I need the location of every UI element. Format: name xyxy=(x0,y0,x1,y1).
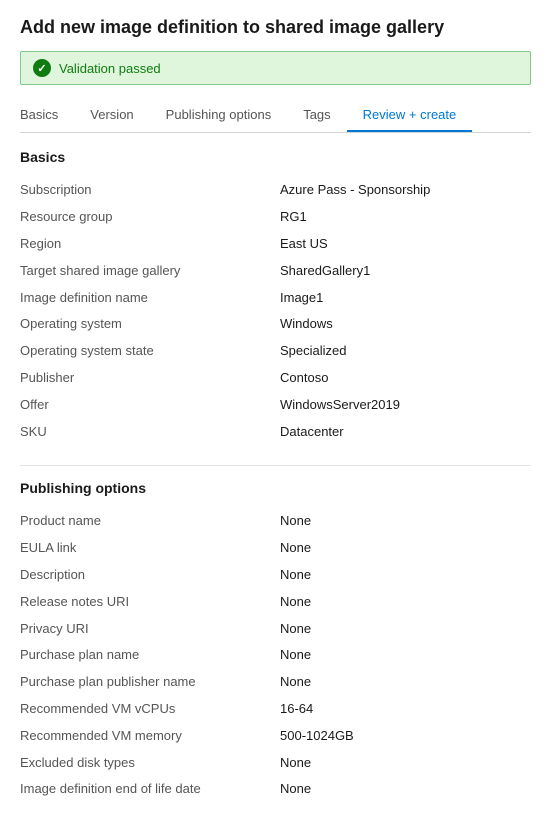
table-row: Purchase plan name None xyxy=(20,642,531,669)
field-value: None xyxy=(280,538,311,559)
field-label: EULA link xyxy=(20,538,280,559)
tab-review-create[interactable]: Review + create xyxy=(347,99,473,132)
field-value: None xyxy=(280,779,311,800)
field-value: 500-1024GB xyxy=(280,726,354,747)
tab-publishing-options[interactable]: Publishing options xyxy=(150,99,288,132)
table-row: Image definition end of life date None xyxy=(20,776,531,803)
field-label: Privacy URI xyxy=(20,619,280,640)
field-label: Product name xyxy=(20,511,280,532)
field-label: Image definition end of life date xyxy=(20,779,280,800)
section-divider xyxy=(20,465,531,466)
field-value: None xyxy=(280,565,311,586)
field-label: Purchase plan publisher name xyxy=(20,672,280,693)
field-label: Subscription xyxy=(20,180,280,201)
table-row: Privacy URI None xyxy=(20,616,531,643)
field-value: None xyxy=(280,753,311,774)
basics-section: Basics Subscription Azure Pass - Sponsor… xyxy=(20,149,531,445)
field-label: Release notes URI xyxy=(20,592,280,613)
field-value: Image1 xyxy=(280,288,323,309)
field-label: SKU xyxy=(20,422,280,443)
table-row: Region East US xyxy=(20,231,531,258)
field-value: None xyxy=(280,672,311,693)
validation-text: Validation passed xyxy=(59,61,161,76)
table-row: Description None xyxy=(20,562,531,589)
field-label: Resource group xyxy=(20,207,280,228)
field-value: WindowsServer2019 xyxy=(280,395,400,416)
tab-version[interactable]: Version xyxy=(74,99,149,132)
tab-bar: Basics Version Publishing options Tags R… xyxy=(20,99,531,133)
field-value: None xyxy=(280,645,311,666)
validation-bar: Validation passed xyxy=(20,51,531,85)
field-label: Image definition name xyxy=(20,288,280,309)
field-label: Recommended VM memory xyxy=(20,726,280,747)
field-value: Datacenter xyxy=(280,422,344,443)
table-row: Release notes URI None xyxy=(20,589,531,616)
tab-tags[interactable]: Tags xyxy=(287,99,346,132)
field-label: Excluded disk types xyxy=(20,753,280,774)
field-value: None xyxy=(280,511,311,532)
field-label: Publisher xyxy=(20,368,280,389)
table-row: Publisher Contoso xyxy=(20,365,531,392)
table-row: Purchase plan publisher name None xyxy=(20,669,531,696)
field-label: Offer xyxy=(20,395,280,416)
publishing-table: Product name None EULA link None Descrip… xyxy=(20,508,531,803)
field-label: Purchase plan name xyxy=(20,645,280,666)
field-value: SharedGallery1 xyxy=(280,261,370,282)
field-value: Windows xyxy=(280,314,333,335)
table-row: Image definition name Image1 xyxy=(20,285,531,312)
field-value: Specialized xyxy=(280,341,347,362)
field-label: Recommended VM vCPUs xyxy=(20,699,280,720)
field-value: Azure Pass - Sponsorship xyxy=(280,180,430,201)
table-row: Recommended VM memory 500-1024GB xyxy=(20,723,531,750)
field-label: Operating system state xyxy=(20,341,280,362)
field-value: RG1 xyxy=(280,207,307,228)
field-value: Contoso xyxy=(280,368,328,389)
field-label: Description xyxy=(20,565,280,586)
table-row: Recommended VM vCPUs 16-64 xyxy=(20,696,531,723)
field-value: None xyxy=(280,619,311,640)
basics-table: Subscription Azure Pass - Sponsorship Re… xyxy=(20,177,531,445)
basics-section-title: Basics xyxy=(20,149,531,165)
page-title: Add new image definition to shared image… xyxy=(20,16,531,39)
table-row: Product name None xyxy=(20,508,531,535)
table-row: Excluded disk types None xyxy=(20,750,531,777)
check-icon xyxy=(33,59,51,77)
table-row: SKU Datacenter xyxy=(20,419,531,446)
field-label: Target shared image gallery xyxy=(20,261,280,282)
tab-basics[interactable]: Basics xyxy=(20,99,74,132)
field-value: East US xyxy=(280,234,328,255)
table-row: EULA link None xyxy=(20,535,531,562)
field-label: Region xyxy=(20,234,280,255)
table-row: Offer WindowsServer2019 xyxy=(20,392,531,419)
table-row: Operating system state Specialized xyxy=(20,338,531,365)
table-row: Resource group RG1 xyxy=(20,204,531,231)
field-value: 16-64 xyxy=(280,699,313,720)
field-value: None xyxy=(280,592,311,613)
publishing-section-title: Publishing options xyxy=(20,480,531,496)
table-row: Subscription Azure Pass - Sponsorship xyxy=(20,177,531,204)
table-row: Operating system Windows xyxy=(20,311,531,338)
publishing-section: Publishing options Product name None EUL… xyxy=(20,480,531,803)
field-label: Operating system xyxy=(20,314,280,335)
table-row: Target shared image gallery SharedGaller… xyxy=(20,258,531,285)
